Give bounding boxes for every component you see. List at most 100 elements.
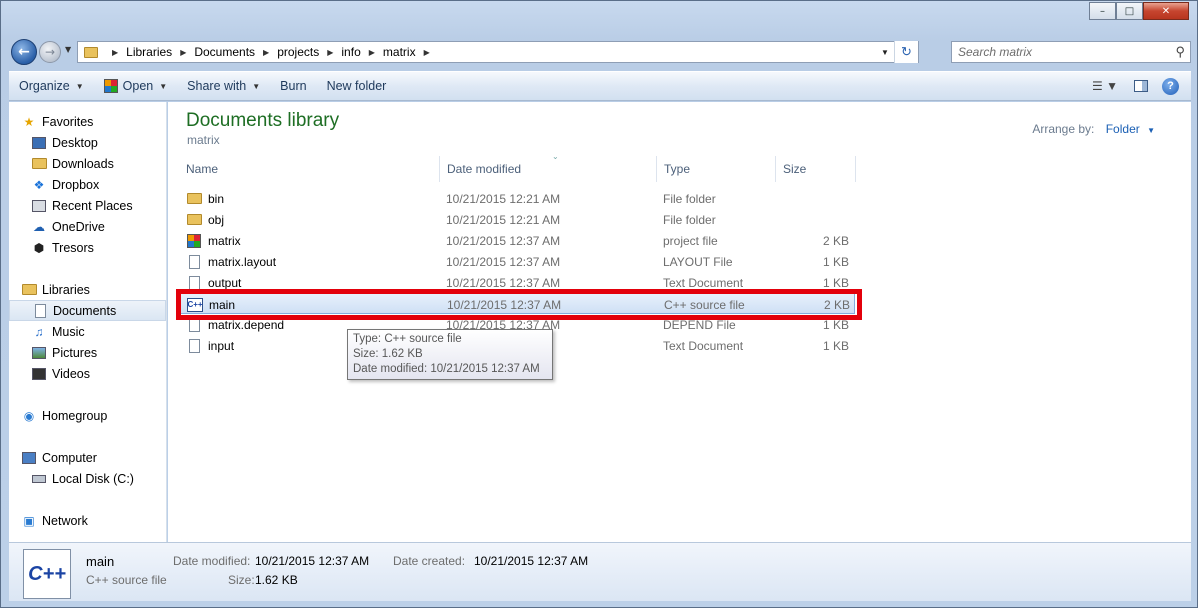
details-file-name: main xyxy=(86,554,115,569)
organize-button[interactable]: Organize ▼ xyxy=(9,72,94,100)
text-document-icon xyxy=(186,338,202,353)
nav-item-local-disk[interactable]: Local Disk (C:) xyxy=(9,468,166,489)
breadcrumb-projects[interactable]: projects xyxy=(277,45,319,59)
tresors-icon: ⬢ xyxy=(33,240,45,255)
search-icon[interactable]: ⚲ xyxy=(1175,44,1185,60)
nav-item-music[interactable]: ♫ Music xyxy=(9,321,166,342)
file-name-cell: obj xyxy=(186,209,224,230)
burn-button[interactable]: Burn xyxy=(270,72,316,100)
open-button[interactable]: Open ▼ xyxy=(94,72,178,100)
nav-item-videos[interactable]: Videos xyxy=(9,363,166,384)
cpp-file-icon: C++ xyxy=(23,549,71,599)
tooltip-type: Type: C++ source file xyxy=(353,333,462,345)
chevron-right-icon[interactable]: ▶ xyxy=(112,48,118,57)
change-view-icon[interactable]: ☰ ▼ xyxy=(1090,79,1120,93)
breadcrumb-info[interactable]: info xyxy=(341,45,360,59)
table-row[interactable]: matrix 10/21/2015 12:37 AM project file … xyxy=(179,230,855,251)
maximize-button[interactable]: □ xyxy=(1116,2,1143,20)
file-list-pane: Documents library matrix Arrange by: Fol… xyxy=(168,102,1191,542)
chevron-down-icon[interactable]: ▼ xyxy=(1147,126,1155,135)
nav-label: Tresors xyxy=(52,240,94,255)
recent-pages-dropdown[interactable]: ▼ xyxy=(65,45,71,54)
caption-buttons: – □ ✕ xyxy=(1089,2,1189,20)
column-header-name[interactable]: Name xyxy=(179,156,440,182)
file-date: 10/21/2015 12:37 AM xyxy=(446,254,561,269)
chevron-down-icon[interactable]: ▼ xyxy=(876,48,894,57)
file-type: project file xyxy=(663,233,718,248)
minimize-button[interactable]: – xyxy=(1089,2,1116,20)
tooltip-date-modified: Date modified: 10/21/2015 12:37 AM xyxy=(353,363,540,375)
details-date-modified-label: Date modified: xyxy=(173,554,251,568)
back-button[interactable]: ← xyxy=(11,39,37,65)
explorer-window: – □ ✕ ← → ▼ ▶ Libraries ▶ Documents ▶ pr… xyxy=(0,0,1198,608)
navigation-bar: ← → ▼ ▶ Libraries ▶ Documents ▶ projects… xyxy=(9,37,1191,67)
file-name-cell: bin xyxy=(186,188,224,209)
chevron-right-icon[interactable]: ▶ xyxy=(327,48,333,57)
refresh-icon[interactable]: ↻ xyxy=(894,41,918,63)
details-date-created-value[interactable]: 10/21/2015 12:37 AM xyxy=(474,554,588,568)
share-with-button[interactable]: Share with ▼ xyxy=(177,72,270,100)
file-size: 1 KB xyxy=(822,338,849,353)
table-row[interactable]: matrix.layout 10/21/2015 12:37 AM LAYOUT… xyxy=(179,251,855,272)
nav-item-network[interactable]: ▣ Network xyxy=(9,510,166,531)
column-header-type[interactable]: Type xyxy=(657,156,776,182)
preview-pane-icon[interactable] xyxy=(1134,80,1148,92)
file-date: 10/21/2015 12:21 AM xyxy=(446,191,561,206)
nav-item-downloads[interactable]: Downloads xyxy=(9,153,166,174)
file-name: input xyxy=(208,338,235,353)
nav-item-desktop[interactable]: Desktop xyxy=(9,132,166,153)
arrange-by-dropdown[interactable]: Folder xyxy=(1106,122,1140,136)
nav-label: Music xyxy=(52,324,85,339)
nav-item-dropbox[interactable]: ❖ Dropbox xyxy=(9,174,166,195)
column-headers: Name Date modified ⌄ Type Size xyxy=(179,152,857,182)
chevron-right-icon[interactable]: ▶ xyxy=(263,48,269,57)
column-header-size[interactable]: Size xyxy=(776,156,856,182)
cloud-icon: ☁ xyxy=(33,219,45,234)
search-input[interactable]: Search matrix ⚲ xyxy=(951,41,1191,63)
table-row[interactable]: obj 10/21/2015 12:21 AM File folder xyxy=(179,209,855,230)
nav-item-pictures[interactable]: Pictures xyxy=(9,342,166,363)
details-date-created-label: Date created: xyxy=(393,554,466,568)
file-date: 10/21/2015 12:21 AM xyxy=(446,212,561,227)
recent-places-icon xyxy=(31,199,47,213)
open-label: Open xyxy=(122,79,154,93)
computer-icon xyxy=(21,451,37,465)
file-type: File folder xyxy=(663,212,716,227)
nav-label: Pictures xyxy=(52,345,98,360)
breadcrumb-libraries[interactable]: Libraries xyxy=(126,45,172,59)
close-button[interactable]: ✕ xyxy=(1143,2,1189,20)
table-row[interactable]: bin 10/21/2015 12:21 AM File folder xyxy=(179,188,855,209)
nav-item-recent-places[interactable]: Recent Places xyxy=(9,195,166,216)
nav-item-documents[interactable]: Documents xyxy=(9,300,166,321)
nav-item-tresors[interactable]: ⬢ Tresors xyxy=(9,237,166,258)
nav-label: Documents xyxy=(53,303,117,318)
file-name-cell: matrix.layout xyxy=(186,251,276,272)
nav-item-libraries[interactable]: Libraries xyxy=(9,279,166,300)
address-bar[interactable]: ▶ Libraries ▶ Documents ▶ projects ▶ inf… xyxy=(77,41,919,63)
nav-item-onedrive[interactable]: ☁ OneDrive xyxy=(9,216,166,237)
codeblocks-app-icon xyxy=(103,79,118,93)
chevron-right-icon[interactable]: ▶ xyxy=(180,48,186,57)
breadcrumb-documents[interactable]: Documents xyxy=(194,45,255,59)
chevron-right-icon[interactable]: ▶ xyxy=(369,48,375,57)
videos-icon xyxy=(31,367,47,381)
forward-button[interactable]: → xyxy=(39,41,61,63)
column-header-date-modified[interactable]: Date modified xyxy=(440,156,657,182)
file-date: 10/21/2015 12:37 AM xyxy=(446,233,561,248)
nav-label: Downloads xyxy=(52,156,114,171)
nav-label: Libraries xyxy=(42,282,90,297)
nav-item-homegroup[interactable]: ◉ Homegroup xyxy=(9,405,166,426)
library-subtitle: matrix xyxy=(187,133,220,147)
nav-item-favorites[interactable]: ★ Favorites xyxy=(9,111,166,132)
chevron-right-icon[interactable]: ▶ xyxy=(424,48,430,57)
file-size: 1 KB xyxy=(822,254,849,269)
nav-label: Local Disk (C:) xyxy=(52,471,134,486)
details-file-type: C++ source file xyxy=(86,573,167,587)
music-icon: ♫ xyxy=(34,324,44,339)
nav-item-computer[interactable]: Computer xyxy=(9,447,166,468)
file-name: matrix.layout xyxy=(208,254,277,269)
details-date-modified-value[interactable]: 10/21/2015 12:37 AM xyxy=(255,554,369,568)
help-icon[interactable]: ? xyxy=(1162,77,1179,95)
new-folder-button[interactable]: New folder xyxy=(317,72,397,100)
breadcrumb-matrix[interactable]: matrix xyxy=(383,45,416,59)
